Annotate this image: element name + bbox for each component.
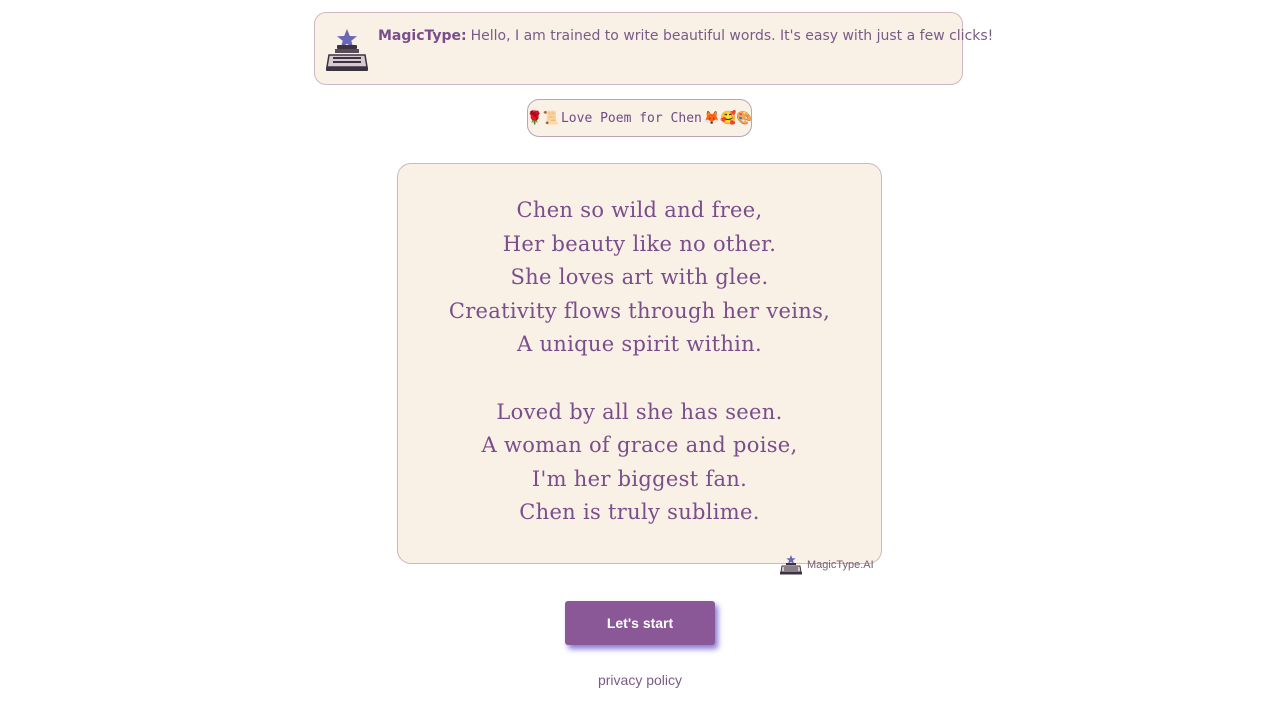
intro-message: MagicType: Hello, I am trained to write b… xyxy=(378,27,993,45)
poem-line: Her beauty like no other. xyxy=(502,231,777,256)
stanza-break xyxy=(398,362,881,396)
lets-start-button[interactable]: Let's start xyxy=(565,601,715,645)
poem-title: Love Poem for Chen xyxy=(560,110,702,126)
typewriter-star-icon xyxy=(326,29,368,71)
poem-line: She loves art with glee. xyxy=(510,265,769,290)
poem-line: Chen so wild and free, xyxy=(516,198,763,222)
intro-banner: MagicType: Hello, I am trained to write b… xyxy=(314,12,993,85)
poem-line: A woman of grace and poise, xyxy=(481,433,798,458)
poem-line: Creativity flows through her veins, xyxy=(448,298,831,323)
typewriter-icon xyxy=(780,555,802,575)
leading-emojis: 🌹📜 xyxy=(526,110,559,126)
poem-line: A unique spirit within. xyxy=(517,332,762,357)
poem-card: Chen so wild and free, Her beauty like n… xyxy=(397,163,882,564)
magictype-watermark: MagicType.AI xyxy=(779,554,874,576)
poem-line: Loved by all she has seen. xyxy=(496,399,783,424)
intro-message-text: Hello, I am trained to write beautiful w… xyxy=(470,28,994,44)
watermark-label: MagicType.AI xyxy=(807,559,874,571)
poem-line: Chen is truly sublime. xyxy=(519,500,760,525)
page: MagicType: Hello, I am trained to write b… xyxy=(0,0,1280,720)
poem-text: Chen so wild and free, Her beauty like n… xyxy=(398,194,881,530)
privacy-policy-link[interactable]: privacy policy xyxy=(540,672,740,688)
poem-title-pill: 🌹📜 Love Poem for Chen 🦊🥰🎨 xyxy=(527,99,752,137)
poem-line: I'm her biggest fan. xyxy=(531,466,748,491)
trailing-emojis: 🦊🥰🎨 xyxy=(703,110,753,126)
intro-brand: MagicType: xyxy=(378,28,467,44)
